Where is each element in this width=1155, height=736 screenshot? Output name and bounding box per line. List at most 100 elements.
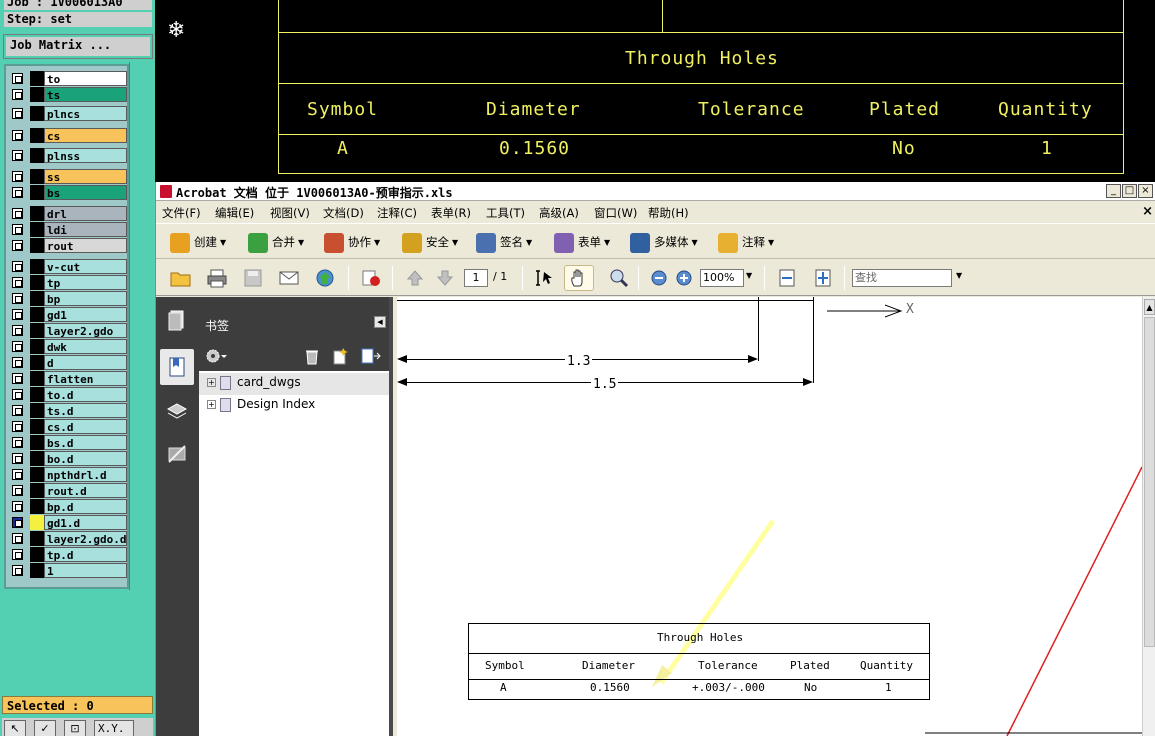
bookmark-item-card-dwgs[interactable]: + card_dwgs <box>207 375 301 395</box>
scroll-thumb[interactable] <box>1144 317 1155 647</box>
layer-display-slot[interactable] <box>30 483 44 498</box>
layer-display-slot[interactable] <box>30 222 44 237</box>
layer-affected-checkbox[interactable] <box>12 437 23 448</box>
close-button[interactable]: × <box>1138 184 1153 198</box>
combine-button[interactable]: 合并 ▼ <box>248 230 304 254</box>
layer-row[interactable]: bs <box>8 185 128 200</box>
cad-canvas[interactable]: ❄ Through Holes Symbol Diameter Toleranc… <box>155 0 1155 182</box>
menu-file[interactable]: 文件(F) <box>162 205 201 221</box>
layer-affected-checkbox[interactable] <box>12 533 23 544</box>
collaborate-button[interactable]: 协作 ▼ <box>324 230 380 254</box>
layer-affected-checkbox[interactable] <box>12 108 23 119</box>
layer-affected-checkbox[interactable] <box>12 485 23 496</box>
layer-display-slot[interactable] <box>30 275 44 290</box>
secure-document-icon[interactable] <box>360 268 382 288</box>
layer-row[interactable]: layer2.gdo <box>8 323 128 338</box>
layer-display-slot[interactable] <box>30 451 44 466</box>
job-matrix-button[interactable]: Job Matrix ... <box>3 34 153 59</box>
layer-display-slot[interactable] <box>30 128 44 143</box>
comment-button[interactable]: 注释 ▼ <box>718 230 774 254</box>
layer-affected-checkbox[interactable] <box>12 405 23 416</box>
sign-button[interactable]: 签名 ▼ <box>476 230 532 254</box>
layer-affected-checkbox[interactable] <box>12 293 23 304</box>
layer-row[interactable]: layer2.gdo.d <box>8 531 128 546</box>
zoom-dropdown-icon[interactable]: ▼ <box>746 271 752 280</box>
layer-affected-checkbox[interactable] <box>12 150 23 161</box>
layer-row[interactable]: ts <box>8 87 128 102</box>
xy-tool-button[interactable]: X.Y. <box>94 720 134 736</box>
layer-affected-checkbox[interactable] <box>12 549 23 560</box>
layer-display-slot[interactable] <box>30 185 44 200</box>
select-tool-button[interactable]: ↖ <box>4 720 26 736</box>
collapse-panel-icon[interactable]: ◀ <box>374 316 386 328</box>
layer-row[interactable]: tp <box>8 275 128 290</box>
layer-row[interactable]: ss <box>8 169 128 184</box>
layer-display-slot[interactable] <box>30 371 44 386</box>
menu-comments[interactable]: 注释(C) <box>377 205 417 221</box>
layer-display-slot[interactable] <box>30 387 44 402</box>
layer-row[interactable]: gd1 <box>8 307 128 322</box>
layers-icon[interactable] <box>166 401 188 423</box>
layer-row[interactable]: cs <box>8 128 128 143</box>
layer-display-slot[interactable] <box>30 499 44 514</box>
delete-bookmark-icon[interactable] <box>303 347 321 365</box>
layer-display-slot[interactable] <box>30 106 44 121</box>
zoom-out-icon[interactable] <box>648 268 670 288</box>
layer-affected-checkbox[interactable] <box>12 130 23 141</box>
layer-affected-checkbox[interactable] <box>12 453 23 464</box>
select-text-icon[interactable] <box>534 268 556 288</box>
layer-display-slot[interactable] <box>30 148 44 163</box>
layer-row[interactable]: bo.d <box>8 451 128 466</box>
layer-affected-checkbox[interactable] <box>12 309 23 320</box>
document-scrollbar[interactable]: ▲ <box>1142 297 1155 736</box>
layer-affected-checkbox[interactable] <box>12 187 23 198</box>
upload-globe-icon[interactable] <box>314 268 336 288</box>
layer-display-slot[interactable] <box>30 467 44 482</box>
maximize-button[interactable]: □ <box>1122 184 1137 198</box>
layer-display-slot[interactable] <box>30 323 44 338</box>
page-number-input[interactable]: 1 <box>464 269 488 287</box>
layer-display-slot[interactable] <box>30 563 44 578</box>
create-button[interactable]: 创建 ▼ <box>170 230 226 254</box>
layer-affected-checkbox[interactable] <box>12 171 23 182</box>
layer-display-slot[interactable] <box>30 419 44 434</box>
layer-list-scrollbar[interactable] <box>129 62 154 590</box>
layer-affected-checkbox[interactable] <box>12 73 23 84</box>
layer-affected-checkbox[interactable] <box>12 261 23 272</box>
layer-display-slot[interactable] <box>30 339 44 354</box>
layer-affected-checkbox[interactable] <box>12 208 23 219</box>
layer-affected-checkbox[interactable] <box>12 240 23 251</box>
expand-icon[interactable]: + <box>207 400 216 409</box>
new-bookmark-icon[interactable] <box>331 347 349 365</box>
expand-bookmark-icon[interactable] <box>359 347 381 365</box>
layer-row[interactable]: plncs <box>8 106 128 121</box>
find-input[interactable]: 查找 <box>852 269 952 287</box>
layer-row[interactable]: ts.d <box>8 403 128 418</box>
pages-icon[interactable] <box>166 309 188 331</box>
multimedia-button[interactable]: 多媒体 ▼ <box>630 230 698 254</box>
layer-row[interactable]: bp.d <box>8 499 128 514</box>
options-gear-icon[interactable] <box>205 347 227 365</box>
layer-row[interactable]: tp.d <box>8 547 128 562</box>
layer-affected-checkbox[interactable] <box>12 565 23 576</box>
layer-affected-checkbox[interactable] <box>12 357 23 368</box>
layer-row[interactable]: to.d <box>8 387 128 402</box>
layer-affected-checkbox[interactable] <box>12 389 23 400</box>
layer-row[interactable]: cs.d <box>8 419 128 434</box>
fit-page-icon[interactable] <box>812 268 834 288</box>
menu-tools[interactable]: 工具(T) <box>486 205 525 221</box>
layer-affected-checkbox[interactable] <box>12 277 23 288</box>
layer-display-slot[interactable] <box>30 291 44 306</box>
layer-affected-checkbox[interactable] <box>12 469 23 480</box>
layer-display-slot[interactable] <box>30 403 44 418</box>
fit-width-icon[interactable] <box>776 268 798 288</box>
marquee-zoom-icon[interactable] <box>608 268 630 288</box>
layer-affected-checkbox[interactable] <box>12 421 23 432</box>
layer-display-slot[interactable] <box>30 531 44 546</box>
menu-document[interactable]: 文档(D) <box>323 205 364 221</box>
layer-display-slot[interactable] <box>30 515 44 530</box>
zoom-level-input[interactable]: 100% <box>700 269 744 287</box>
menu-help[interactable]: 帮助(H) <box>648 205 689 221</box>
layer-row[interactable]: plnss <box>8 148 128 163</box>
layer-row[interactable]: drl <box>8 206 128 221</box>
